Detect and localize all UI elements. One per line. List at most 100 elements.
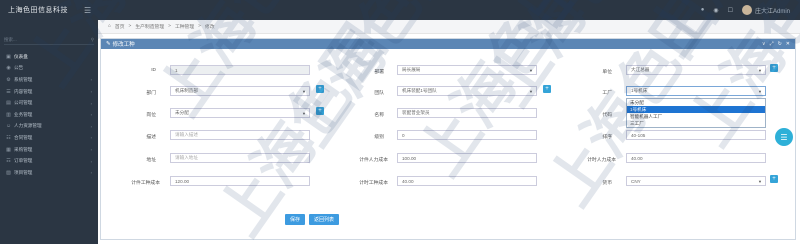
add-dept-button[interactable]: + [316, 85, 324, 93]
breadcrumb-item-worktype[interactable]: 工种管理 [175, 23, 194, 30]
floating-menu-button[interactable]: ☰ [775, 128, 793, 146]
chevron-down-icon: ▼ [758, 88, 762, 94]
sidebar-item-label: 人力资源管理 [14, 123, 42, 129]
collapse-icon[interactable]: ∨ [762, 41, 766, 47]
sidebar-item-label: 采购管理 [14, 146, 33, 152]
sidebar-item-0[interactable]: ▣ 仪表盘 [0, 51, 98, 63]
chevron-right-icon: › [90, 170, 92, 176]
chevron-right-icon: › [90, 100, 92, 106]
sidebar-item-2[interactable]: ⚙ 系统管理 › [0, 74, 98, 86]
chevron-right-icon: › [90, 112, 92, 118]
building-icon: ▤ [6, 100, 11, 107]
sidebar-item-label: 公司管理 [14, 100, 33, 106]
factory-select[interactable]: 1号机床 ▼ [626, 86, 766, 96]
sort-label: 排序 [602, 135, 612, 140]
post-select[interactable]: 未分配 ▼ [170, 108, 310, 118]
add-unit-button[interactable]: + [770, 64, 778, 72]
sidebar-item-1[interactable]: ◉ 公告 [0, 63, 98, 75]
sidebar-item-9[interactable]: ☶ 订单管理 › [0, 155, 98, 167]
chevron-right-icon: › [90, 135, 92, 141]
sidebar-item-7[interactable]: ☷ 合同管理 › [0, 132, 98, 144]
expand-icon[interactable]: ⤢ [770, 41, 774, 47]
level-field[interactable]: 0 [397, 130, 537, 140]
project-icon: ▧ [6, 169, 11, 176]
time-cost-field[interactable]: 40.00 [626, 153, 766, 163]
sidebar-item-label: 项目管理 [14, 169, 33, 175]
sidebar-item-6[interactable]: ☺ 人力资源管理 › [0, 121, 98, 133]
time-work-cost-field[interactable]: 40.00 [397, 176, 537, 186]
addr-field[interactable]: 请输入地址 [170, 153, 310, 163]
sidebar-item-label: 公告 [14, 65, 24, 71]
piece-cost-field[interactable]: 120.00 [170, 176, 310, 186]
add-team-button[interactable]: + [543, 85, 551, 93]
sidebar-item-5[interactable]: ▥ 业务管理 › [0, 109, 98, 121]
chevron-down-icon: ▼ [302, 88, 306, 94]
panel-header: ✎ 修改工种 ∨ ⤢ ↻ ✕ [101, 39, 795, 49]
hamburger-icon[interactable]: ☰ [84, 6, 91, 15]
panel-title: 修改工种 [112, 42, 135, 48]
sidebar-item-10[interactable]: ▧ 项目管理 › [0, 167, 98, 179]
sidebar-item-label: 订单管理 [14, 158, 33, 164]
save-button[interactable]: 保存 [285, 214, 305, 225]
sidebar: 上海色田信息科技 搜索... ⚲ ▣ 仪表盘 ◉ 公告 ⚙ 系统管理 › ☰ 内容管理 › ▤ 公司管… [0, 0, 98, 244]
user-menu[interactable]: 庄大江Admin [741, 5, 790, 15]
hour-cost-label: 计件人力成本 [359, 158, 388, 163]
hour-cost-field[interactable]: 100.00 [397, 153, 537, 163]
dept-label: 部门 [146, 91, 156, 96]
tasks-icon[interactable]: ☐ [728, 7, 733, 14]
chevron-down-icon: ▼ [758, 67, 762, 73]
code-label: 代码 [602, 113, 612, 118]
top-bar: ☰ ● ◉ ☐ 庄大江Admin [84, 0, 800, 20]
breadcrumb-item-home[interactable]: 首页 [115, 23, 125, 30]
post-label: 岗位 [146, 113, 156, 118]
chevron-right-icon: › [90, 89, 92, 95]
factory-label: 工厂 [602, 91, 612, 96]
level-label: 级别 [374, 135, 384, 140]
add-currency-button[interactable]: + [770, 175, 778, 183]
team-select[interactable]: 机床装配1号团队 ▼ [397, 86, 537, 96]
sidebar-item-3[interactable]: ☰ 内容管理 › [0, 86, 98, 98]
breadcrumb-item-edit: 修改 [204, 25, 215, 30]
bell-icon[interactable]: ● [701, 7, 705, 13]
headset-icon[interactable]: ◉ [713, 7, 718, 14]
edit-icon: ✎ [106, 41, 111, 47]
sidebar-item-label: 合同管理 [14, 134, 33, 140]
sidebar-item-label: 业务管理 [14, 111, 33, 117]
factory-option[interactable]: 1号机床 [627, 106, 765, 113]
addr-label: 地址 [146, 158, 156, 163]
breadcrumb-item-manufacturing[interactable]: 生产制造管理 [135, 23, 164, 30]
currency-label: 货币 [602, 181, 612, 186]
factory-option[interactable]: 智能机器人工厂 [627, 113, 765, 120]
team-label: 团队 [374, 91, 384, 96]
sidebar-search[interactable]: 搜索... ⚲ [4, 36, 94, 45]
dept-select[interactable]: 机床制造部 ▼ [170, 86, 310, 96]
sidebar-item-label: 仪表盘 [14, 53, 28, 59]
factory-option[interactable]: 未分配 [627, 99, 765, 106]
id-field: 1 [170, 65, 310, 75]
unit-label: 单位 [602, 70, 612, 75]
sidebar-item-label: 系统管理 [14, 76, 33, 82]
desc-field[interactable]: 请输入描述 [170, 130, 310, 140]
group-select[interactable]: 局长展局 ▼ [397, 65, 537, 75]
search-icon: ⚲ [90, 37, 94, 42]
add-post-button[interactable]: + [316, 107, 324, 115]
factory-dropdown-list[interactable]: 未分配 1号机床 智能机器人工厂 三工厂 [626, 98, 766, 128]
chevron-right-icon: › [90, 158, 92, 164]
unit-select[interactable]: 大江总器 ▼ [626, 65, 766, 75]
time-cost-label: 计时人力成本 [587, 158, 616, 163]
cart-icon: ▦ [6, 146, 11, 153]
refresh-icon[interactable]: ↻ [778, 41, 782, 47]
close-icon[interactable]: ✕ [786, 41, 790, 47]
list-icon: ☰ [780, 132, 788, 142]
currency-select[interactable]: CNY ▼ [626, 176, 766, 186]
name-field[interactable]: 装配普业架员 [397, 108, 537, 118]
sidebar-item-4[interactable]: ▤ 公司管理 › [0, 97, 98, 109]
contract-icon: ☷ [6, 134, 11, 141]
sidebar-item-8[interactable]: ▦ 采购管理 › [0, 144, 98, 156]
back-to-list-button[interactable]: 返回列表 [309, 214, 339, 225]
sort-field[interactable]: 40-105 [626, 130, 766, 140]
notice-icon: ◉ [6, 65, 11, 72]
factory-option[interactable]: 三工厂 [627, 120, 765, 127]
sidebar-search-input[interactable]: 搜索... [4, 37, 17, 43]
avatar [741, 5, 752, 15]
